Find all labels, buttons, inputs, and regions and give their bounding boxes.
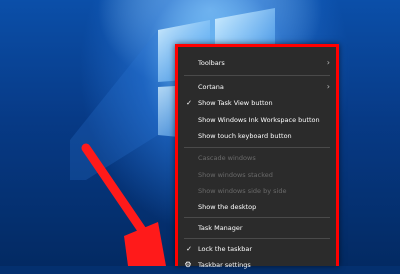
menu-separator xyxy=(184,75,330,76)
menu-item-label: Show the desktop xyxy=(198,203,257,211)
menu-item-label: Show windows stacked xyxy=(198,171,273,179)
menu-separator xyxy=(184,238,330,239)
menu-item-label: Show windows side by side xyxy=(198,187,287,195)
menu-item-show-the-desktop[interactable]: Show the desktop xyxy=(178,198,336,216)
menu-item-label: Cascade windows xyxy=(198,154,256,162)
menu-item-toolbars[interactable]: Toolbars › xyxy=(178,54,336,72)
menu-item-label: Task Manager xyxy=(198,224,243,232)
menu-item-show-task-view-button[interactable]: ✓ Show Task View button xyxy=(178,94,336,112)
menu-item-cascade-windows: Cascade windows xyxy=(178,149,336,167)
menu-item-label: Toolbars xyxy=(198,59,225,67)
menu-separator xyxy=(184,147,330,148)
menu-item-label: Taskbar settings xyxy=(198,261,251,269)
menu-item-label: Show Task View button xyxy=(198,99,273,107)
menu-item-label: Show Windows Ink Workspace button xyxy=(198,116,320,124)
checkmark-icon: ✓ xyxy=(186,99,192,107)
menu-item-task-manager[interactable]: Task Manager xyxy=(178,219,336,237)
menu-item-taskbar-settings[interactable]: ⚙ Taskbar settings xyxy=(178,256,336,274)
menu-item-label: Cortana xyxy=(198,83,224,91)
menu-separator xyxy=(184,217,330,218)
chevron-right-icon: › xyxy=(326,58,330,67)
menu-item-show-touch-keyboard-button[interactable]: Show touch keyboard button xyxy=(178,127,336,145)
menu-item-label: Lock the taskbar xyxy=(198,245,253,253)
menu-item-label: Show touch keyboard button xyxy=(198,132,292,140)
gear-icon: ⚙ xyxy=(184,260,192,269)
taskbar-context-menu: Toolbars › Cortana › ✓ Show Task View bu… xyxy=(175,44,339,269)
